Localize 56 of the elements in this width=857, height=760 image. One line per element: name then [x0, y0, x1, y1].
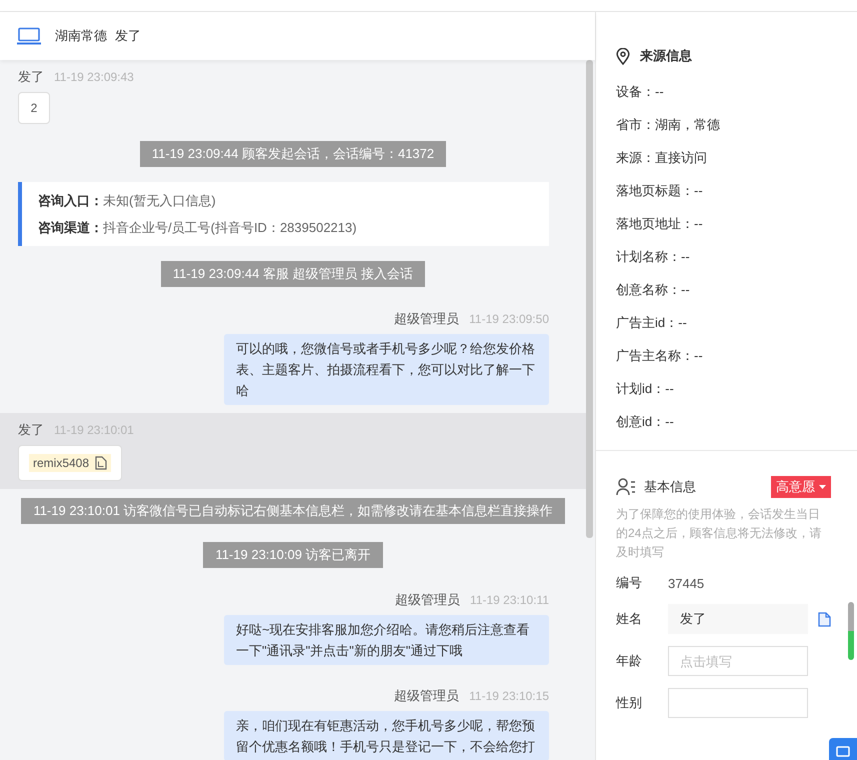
copy-icon[interactable] — [95, 456, 108, 470]
info-value: 未知(暂无入口信息) — [103, 193, 216, 208]
source-info-row-text: 落地页标题：-- — [616, 182, 704, 200]
wechat-id-text: remix5408 — [33, 456, 90, 470]
source-info-row-text: 计划id：-- — [616, 380, 675, 398]
scrollbar[interactable] — [586, 60, 593, 538]
field-label: 姓名 — [616, 610, 643, 628]
section-title: 基本信息 — [644, 478, 696, 496]
chat-icon — [836, 746, 850, 758]
message-bubble: 亲，咱们现在有钜惠活动，您手机号多少呢，帮您预留个优惠名额哦！手机号只是登记一下，不会给您打 — [224, 711, 549, 760]
sender-name: 超级管理员 — [394, 310, 460, 328]
visitor-name: 发了 — [115, 27, 141, 45]
system-notice: 11-19 23:09:44 顾客发起会话，会话编号：41372 — [140, 141, 446, 167]
message-bubble: 好哒~现在安排客服加您介绍哈。请您稍后注意查看一下"通讯录"并点击"新的朋友"通过下哦 — [224, 615, 549, 665]
source-info-row-text: 来源：直接访问 — [616, 149, 708, 167]
notice-text: 为了保障您的使用体验，会话发生当日的24点之后，顾客信息将无法修改，请及时填写 — [616, 506, 822, 561]
person-list-icon — [616, 478, 636, 496]
customer-number: 37445 — [668, 576, 704, 590]
name-field[interactable]: 发了 — [668, 604, 808, 634]
message-time: 11-19 23:10:11 — [470, 593, 549, 607]
region-text: 湖南常德 — [55, 27, 107, 45]
info-value: 抖音企业号/员工号(抖音号ID：2839502213) — [103, 220, 357, 235]
message-time: 11-19 23:10:15 — [469, 689, 549, 703]
copy-icon[interactable] — [818, 612, 831, 626]
message-bubble: 可以的哦，您微信号或者手机号多少呢？给您发价格表、主题客片、拍摄流程看下，您可以对比了解一下哈 — [224, 334, 549, 405]
input-field[interactable] — [668, 688, 808, 718]
source-info-row-text: 计划名称：-- — [616, 248, 691, 266]
sender-name: 超级管理员 — [395, 591, 460, 609]
system-notice: 11-19 23:10:09 访客已离开 — [203, 542, 383, 568]
field-label: 年龄 — [616, 652, 643, 670]
source-info-row-text: 省市：湖南，常德 — [616, 116, 721, 134]
system-notice: 11-19 23:10:01 访客微信号已自动标记右侧基本信息栏，如需修改请在基本信息栏直接操作 — [21, 498, 565, 524]
message-time: 11-19 23:09:43 — [54, 70, 134, 84]
info-label: 咨询入口： — [38, 193, 103, 208]
info-label: 咨询渠道： — [38, 220, 103, 235]
section-title: 来源信息 — [640, 47, 692, 65]
source-info-row-text: 设备：-- — [616, 83, 665, 101]
message-time: 11-19 23:09:50 — [469, 312, 549, 326]
scroll-indicator — [848, 602, 854, 660]
source-info-row-text: 落地页地址：-- — [616, 215, 704, 233]
sender-name: 超级管理员 — [394, 687, 460, 705]
source-info-row-text: 创意名称：-- — [616, 281, 691, 299]
source-info-row-text: 广告主id：-- — [616, 314, 688, 332]
field-label: 性别 — [616, 694, 643, 712]
caret-icon — [819, 485, 826, 489]
system-notice: 11-19 23:09:44 客服 超级管理员 接入会话 — [160, 261, 426, 287]
location-pin-icon — [616, 48, 630, 64]
source-info-row-text: 广告主名称：-- — [616, 347, 704, 365]
sender-name: 发了 — [18, 68, 44, 86]
sender-name: 发了 — [18, 421, 44, 439]
input-field[interactable]: 点击填写 — [668, 646, 808, 676]
laptop-icon — [17, 27, 41, 45]
field-label: 编号 — [616, 574, 643, 592]
intent-tag-dropdown[interactable]: 高意愿 — [771, 476, 831, 498]
message-text: 2 — [30, 101, 38, 115]
source-info-row-text: 创意id：-- — [616, 413, 675, 431]
